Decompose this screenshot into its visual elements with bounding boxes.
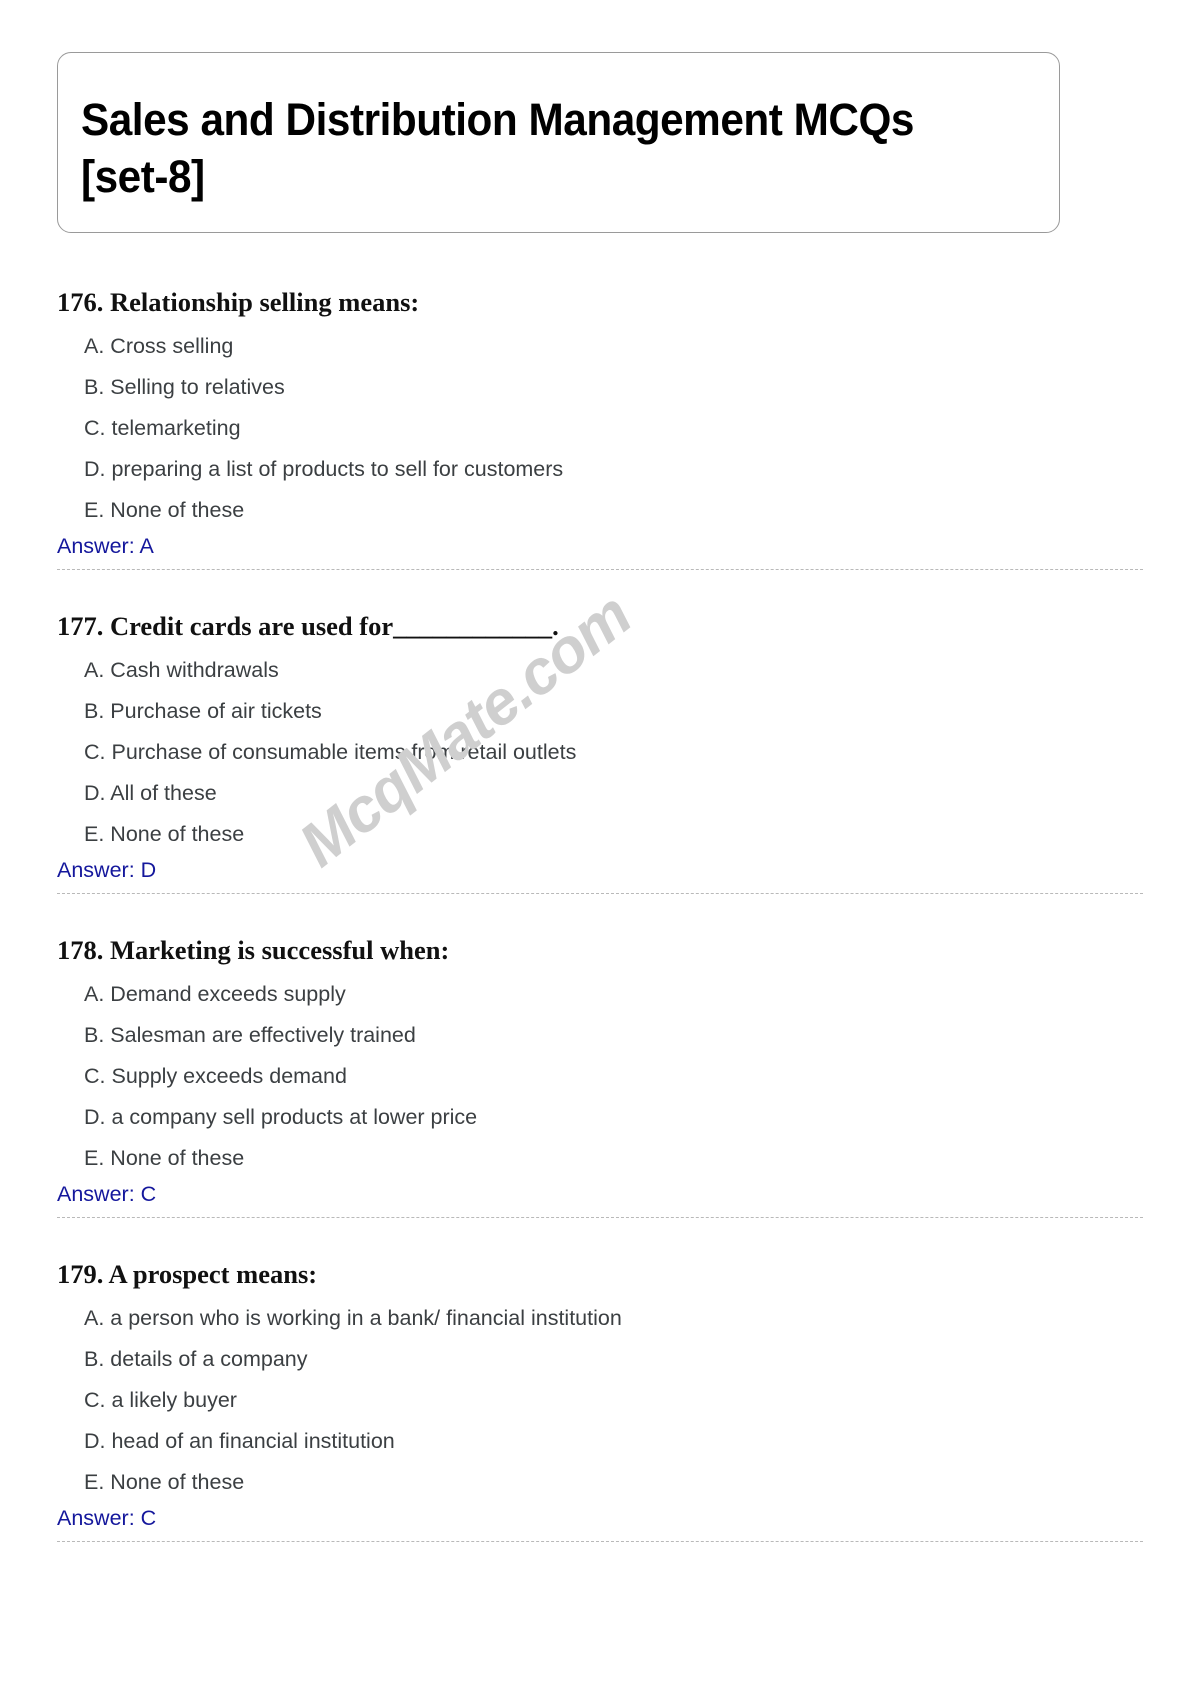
option-item[interactable]: E. None of these <box>84 1129 1200 1170</box>
option-item[interactable]: C. telemarketing <box>84 399 1200 440</box>
option-item[interactable]: D. head of an financial institution <box>84 1412 1200 1453</box>
question-title: 178. Marketing is successful when: <box>57 935 450 965</box>
question-spacer <box>0 1218 1200 1259</box>
option-item[interactable]: A. Cash withdrawals <box>84 641 1200 682</box>
option-item[interactable]: B. Salesman are effectively trained <box>84 1006 1200 1047</box>
answer-text: Answer: C <box>57 1182 157 1206</box>
option-item[interactable]: B. details of a company <box>84 1330 1200 1371</box>
option-item[interactable]: A. Demand exceeds supply <box>84 965 1200 1006</box>
question-block: 178. Marketing is successful when: A. De… <box>0 935 1200 1218</box>
question-spacer <box>0 894 1200 935</box>
question-divider <box>57 1541 1143 1542</box>
question-spacer <box>0 570 1200 611</box>
option-item[interactable]: A. Cross selling <box>84 317 1200 358</box>
option-item[interactable]: E. None of these <box>84 805 1200 846</box>
question-title: 177. Credit cards are used for__________… <box>57 611 559 641</box>
option-item[interactable]: D. All of these <box>84 764 1200 805</box>
option-list: A. Cash withdrawals B. Purchase of air t… <box>0 641 1200 846</box>
question-block: 179. A prospect means: A. a person who i… <box>0 1259 1200 1542</box>
page-title: Sales and Distribution Management MCQs [… <box>81 94 914 202</box>
option-item[interactable]: B. Purchase of air tickets <box>84 682 1200 723</box>
question-divider <box>57 569 1143 570</box>
option-item[interactable]: C. Purchase of consumable items from ret… <box>84 723 1200 764</box>
option-item[interactable]: A. a person who is working in a bank/ fi… <box>84 1289 1200 1330</box>
option-item[interactable]: E. None of these <box>84 1453 1200 1494</box>
answer-text: Answer: A <box>57 534 154 558</box>
answer-text: Answer: C <box>57 1506 157 1530</box>
option-item[interactable]: C. Supply exceeds demand <box>84 1047 1200 1088</box>
option-item[interactable]: D. a company sell products at lower pric… <box>84 1088 1200 1129</box>
question-divider <box>57 1217 1143 1218</box>
option-item[interactable]: C. a likely buyer <box>84 1371 1200 1412</box>
option-item[interactable]: E. None of these <box>84 481 1200 522</box>
question-title: 176. Relationship selling means: <box>57 287 420 317</box>
document-page: Sales and Distribution Management MCQs [… <box>0 0 1200 1697</box>
questions-list: 176. Relationship selling means: A. Cros… <box>0 287 1200 1542</box>
option-item[interactable]: D. preparing a list of products to sell … <box>84 440 1200 481</box>
option-list: A. Demand exceeds supply B. Salesman are… <box>0 965 1200 1170</box>
option-list: A. Cross selling B. Selling to relatives… <box>0 317 1200 522</box>
question-block: 177. Credit cards are used for__________… <box>0 611 1200 894</box>
answer-text: Answer: D <box>57 858 157 882</box>
option-list: A. a person who is working in a bank/ fi… <box>0 1289 1200 1494</box>
option-item[interactable]: B. Selling to relatives <box>84 358 1200 399</box>
question-divider <box>57 893 1143 894</box>
question-title: 179. A prospect means: <box>57 1259 318 1289</box>
question-block: 176. Relationship selling means: A. Cros… <box>0 287 1200 570</box>
page-title-box: Sales and Distribution Management MCQs [… <box>57 52 1060 233</box>
